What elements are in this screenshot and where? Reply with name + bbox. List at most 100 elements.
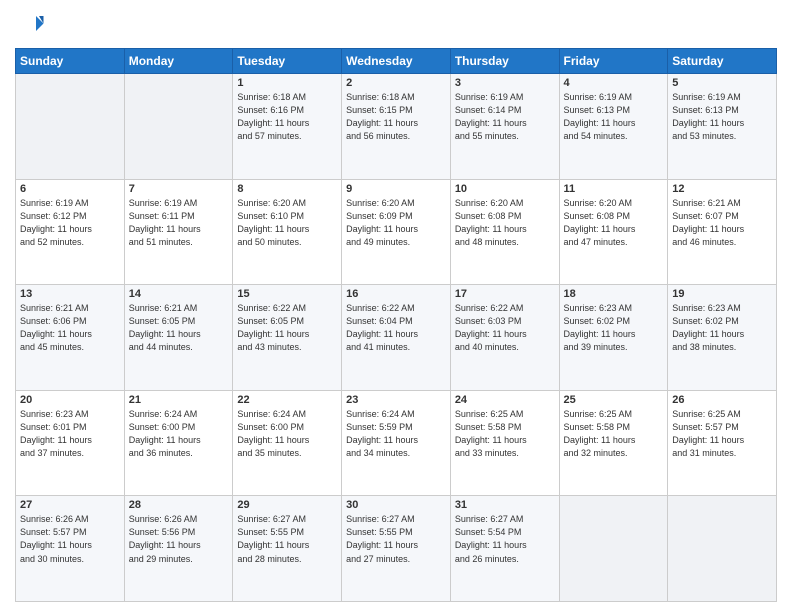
day-info: Sunrise: 6:26 AM Sunset: 5:56 PM Dayligh… [129,513,229,565]
day-info: Sunrise: 6:27 AM Sunset: 5:55 PM Dayligh… [346,513,446,565]
calendar-cell: 6 Sunrise: 6:19 AM Sunset: 6:12 PM Daylig… [16,179,125,285]
calendar-cell: 27 Sunrise: 6:26 AM Sunset: 5:57 PM Dayli… [16,496,125,602]
calendar-cell: 3 Sunrise: 6:19 AM Sunset: 6:14 PM Daylig… [450,74,559,180]
logo-icon [15,10,45,40]
day-number: 11 [564,183,664,195]
day-info: Sunrise: 6:20 AM Sunset: 6:08 PM Dayligh… [564,197,664,249]
calendar-cell [559,496,668,602]
day-info: Sunrise: 6:22 AM Sunset: 6:04 PM Dayligh… [346,302,446,354]
page: SundayMondayTuesdayWednesdayThursdayFrid… [0,0,792,612]
day-number: 27 [20,499,120,511]
calendar-cell: 31 Sunrise: 6:27 AM Sunset: 5:54 PM Dayli… [450,496,559,602]
day-info: Sunrise: 6:27 AM Sunset: 5:54 PM Dayligh… [455,513,555,565]
day-info: Sunrise: 6:23 AM Sunset: 6:01 PM Dayligh… [20,408,120,460]
day-number: 9 [346,183,446,195]
calendar-cell: 4 Sunrise: 6:19 AM Sunset: 6:13 PM Daylig… [559,74,668,180]
day-number: 1 [237,77,337,89]
day-number: 22 [237,394,337,406]
day-info: Sunrise: 6:19 AM Sunset: 6:12 PM Dayligh… [20,197,120,249]
calendar-cell: 19 Sunrise: 6:23 AM Sunset: 6:02 PM Dayli… [668,285,777,391]
day-info: Sunrise: 6:21 AM Sunset: 6:05 PM Dayligh… [129,302,229,354]
calendar-cell: 13 Sunrise: 6:21 AM Sunset: 6:06 PM Dayli… [16,285,125,391]
day-info: Sunrise: 6:25 AM Sunset: 5:58 PM Dayligh… [564,408,664,460]
calendar-cell: 28 Sunrise: 6:26 AM Sunset: 5:56 PM Dayli… [124,496,233,602]
day-number: 6 [20,183,120,195]
calendar-cell: 24 Sunrise: 6:25 AM Sunset: 5:58 PM Dayli… [450,390,559,496]
day-number: 20 [20,394,120,406]
day-number: 8 [237,183,337,195]
day-number: 14 [129,288,229,300]
day-info: Sunrise: 6:18 AM Sunset: 6:15 PM Dayligh… [346,91,446,143]
calendar-cell: 23Sunrise: 6:24 AM Sunset: 5:59 PM Dayli… [342,390,451,496]
day-number: 29 [237,499,337,511]
day-number: 15 [237,288,337,300]
day-number: 26 [672,394,772,406]
day-number: 23 [346,394,446,406]
day-info: Sunrise: 6:23 AM Sunset: 6:02 PM Dayligh… [672,302,772,354]
day-number: 19 [672,288,772,300]
week-row-1: 6 Sunrise: 6:19 AM Sunset: 6:12 PM Daylig… [16,179,777,285]
calendar-cell: 22 Sunrise: 6:24 AM Sunset: 6:00 PM Dayli… [233,390,342,496]
day-info: Sunrise: 6:24 AM Sunset: 6:00 PM Dayligh… [237,408,337,460]
calendar-cell: 16 Sunrise: 6:22 AM Sunset: 6:04 PM Dayli… [342,285,451,391]
week-row-2: 13 Sunrise: 6:21 AM Sunset: 6:06 PM Dayli… [16,285,777,391]
weekday-header-sunday: Sunday [16,49,125,74]
calendar-cell: 11 Sunrise: 6:20 AM Sunset: 6:08 PM Dayli… [559,179,668,285]
day-number: 12 [672,183,772,195]
day-info: Sunrise: 6:20 AM Sunset: 6:09 PM Dayligh… [346,197,446,249]
day-number: 24 [455,394,555,406]
day-number: 28 [129,499,229,511]
day-info: Sunrise: 6:18 AM Sunset: 6:16 PM Dayligh… [237,91,337,143]
day-number: 3 [455,77,555,89]
day-info: Sunrise: 6:19 AM Sunset: 6:11 PM Dayligh… [129,197,229,249]
day-number: 17 [455,288,555,300]
calendar-cell: 17 Sunrise: 6:22 AM Sunset: 6:03 PM Dayli… [450,285,559,391]
day-number: 18 [564,288,664,300]
day-number: 16 [346,288,446,300]
weekday-header-monday: Monday [124,49,233,74]
calendar-cell: 26 Sunrise: 6:25 AM Sunset: 5:57 PM Dayli… [668,390,777,496]
day-number: 30 [346,499,446,511]
week-row-0: 1 Sunrise: 6:18 AM Sunset: 6:16 PM Daylig… [16,74,777,180]
day-number: 25 [564,394,664,406]
calendar-cell: 1 Sunrise: 6:18 AM Sunset: 6:16 PM Daylig… [233,74,342,180]
calendar-cell: 25 Sunrise: 6:25 AM Sunset: 5:58 PM Dayli… [559,390,668,496]
day-info: Sunrise: 6:25 AM Sunset: 5:58 PM Dayligh… [455,408,555,460]
day-info: Sunrise: 6:27 AM Sunset: 5:55 PM Dayligh… [237,513,337,565]
weekday-header-saturday: Saturday [668,49,777,74]
weekday-header-friday: Friday [559,49,668,74]
week-row-3: 20 Sunrise: 6:23 AM Sunset: 6:01 PM Dayli… [16,390,777,496]
day-info: Sunrise: 6:21 AM Sunset: 6:07 PM Dayligh… [672,197,772,249]
calendar-cell [668,496,777,602]
day-number: 2 [346,77,446,89]
day-number: 21 [129,394,229,406]
calendar-cell: 18Sunrise: 6:23 AM Sunset: 6:02 PM Dayli… [559,285,668,391]
calendar-cell: 29 Sunrise: 6:27 AM Sunset: 5:55 PM Dayli… [233,496,342,602]
weekday-header-row: SundayMondayTuesdayWednesdayThursdayFrid… [16,49,777,74]
calendar-cell [16,74,125,180]
calendar-cell: 7Sunrise: 6:19 AM Sunset: 6:11 PM Daylig… [124,179,233,285]
day-number: 13 [20,288,120,300]
day-info: Sunrise: 6:26 AM Sunset: 5:57 PM Dayligh… [20,513,120,565]
day-info: Sunrise: 6:25 AM Sunset: 5:57 PM Dayligh… [672,408,772,460]
day-info: Sunrise: 6:24 AM Sunset: 6:00 PM Dayligh… [129,408,229,460]
day-number: 4 [564,77,664,89]
calendar-cell: 12 Sunrise: 6:21 AM Sunset: 6:07 PM Dayli… [668,179,777,285]
calendar-cell: 15 Sunrise: 6:22 AM Sunset: 6:05 PM Dayli… [233,285,342,391]
day-info: Sunrise: 6:22 AM Sunset: 6:05 PM Dayligh… [237,302,337,354]
day-info: Sunrise: 6:22 AM Sunset: 6:03 PM Dayligh… [455,302,555,354]
calendar-cell [124,74,233,180]
logo [15,10,49,40]
day-info: Sunrise: 6:19 AM Sunset: 6:13 PM Dayligh… [564,91,664,143]
calendar-cell: 30 Sunrise: 6:27 AM Sunset: 5:55 PM Dayli… [342,496,451,602]
calendar-cell: 8Sunrise: 6:20 AM Sunset: 6:10 PM Daylig… [233,179,342,285]
day-number: 31 [455,499,555,511]
day-number: 10 [455,183,555,195]
calendar-cell: 20 Sunrise: 6:23 AM Sunset: 6:01 PM Dayli… [16,390,125,496]
day-info: Sunrise: 6:21 AM Sunset: 6:06 PM Dayligh… [20,302,120,354]
calendar-cell: 5Sunrise: 6:19 AM Sunset: 6:13 PM Daylig… [668,74,777,180]
calendar-cell: 14 Sunrise: 6:21 AM Sunset: 6:05 PM Dayli… [124,285,233,391]
day-info: Sunrise: 6:19 AM Sunset: 6:14 PM Dayligh… [455,91,555,143]
weekday-header-wednesday: Wednesday [342,49,451,74]
header [15,10,777,40]
